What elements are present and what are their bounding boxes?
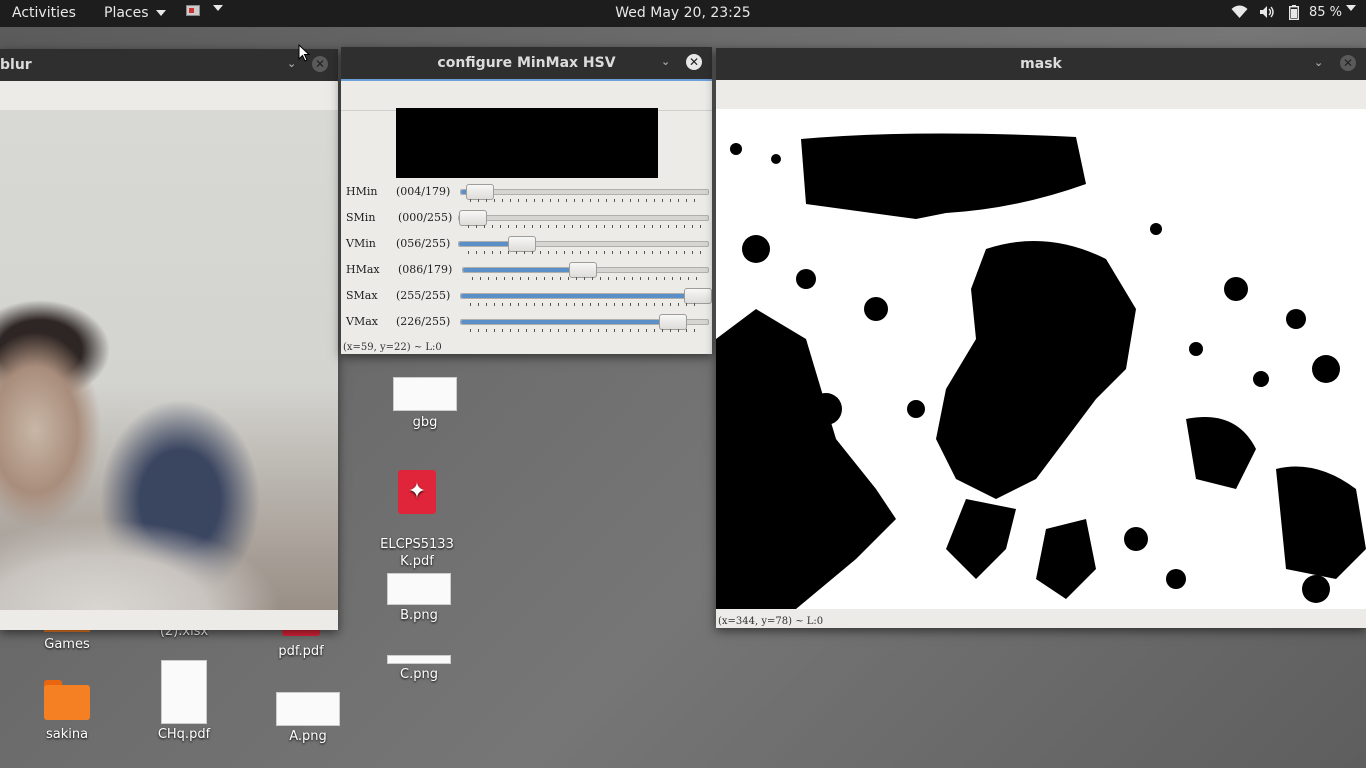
- slider-row-smin: SMin (000/255): [341, 206, 711, 232]
- slider-fill: [461, 294, 697, 298]
- desktop-icon-label: pdf.pdf: [278, 644, 324, 659]
- desktop-icon-b-png[interactable]: B.png: [382, 573, 456, 624]
- window-title: configure MinMax HSV: [437, 55, 616, 71]
- desktop-icon-label: C.png: [400, 667, 438, 682]
- slider-label: VMin: [346, 237, 376, 250]
- slider-handle[interactable]: [459, 210, 487, 226]
- slider-value: (000/255): [398, 211, 453, 224]
- desktop-icon-c-png[interactable]: C.png: [382, 655, 456, 683]
- slider-track[interactable]: [460, 288, 712, 304]
- desktop-icon-label: ELCPS5133 K.pdf: [380, 537, 454, 569]
- desktop-icon-label: gbg: [412, 415, 438, 430]
- chevron-down-icon[interactable]: ⌄: [287, 57, 296, 70]
- chevron-down-icon[interactable]: ⌄: [661, 55, 670, 68]
- mouse-pointer-icon: [298, 44, 311, 62]
- slider-label: SMin: [346, 211, 376, 224]
- slider-ticks: [470, 329, 701, 332]
- slider-track[interactable]: [458, 210, 709, 226]
- desktop-icon-label: Games: [44, 637, 90, 652]
- slider-ticks: [468, 225, 701, 228]
- pdf-icon: ✦: [398, 470, 436, 514]
- slider-value: (004/179): [396, 185, 451, 198]
- battery-percent: 85 %: [1309, 5, 1343, 20]
- slider-row-hmax: HMax (086/179): [341, 258, 711, 284]
- desktop-icon-label: A.png: [289, 729, 327, 744]
- status-line: (x=59, y=22) ~ L:0: [343, 342, 442, 353]
- slider-label: VMax: [346, 315, 378, 328]
- preview-image: [396, 108, 658, 178]
- document-thumbnail-icon: [161, 660, 207, 724]
- window-toolbar: [716, 80, 1366, 110]
- window-toolbar: [341, 79, 712, 111]
- mask-image: [716, 109, 1366, 609]
- slider-fill: [461, 320, 672, 324]
- window-titlebar[interactable]: configure MinMax HSV ⌄ ✕: [341, 47, 712, 79]
- image-thumbnail-icon: [393, 377, 457, 411]
- desktop-icon-gbg[interactable]: gbg: [388, 377, 462, 431]
- slider-row-smax: SMax (255/255): [341, 284, 712, 310]
- slider-label: SMax: [346, 289, 378, 302]
- slider-track[interactable]: [460, 184, 709, 200]
- desktop-icon-chq[interactable]: CHq.pdf: [146, 660, 222, 743]
- blurred-camera-image: [0, 110, 338, 610]
- desktop-icon-elcps-pdf[interactable]: ✦ ELCPS5133 K.pdf: [376, 453, 458, 587]
- slider-track[interactable]: [460, 314, 709, 330]
- slider-ticks: [470, 303, 701, 306]
- slider-value: (086/179): [398, 263, 453, 276]
- window-toolbar: [0, 81, 338, 111]
- slider-row-hmin: HMin (004/179): [341, 180, 711, 206]
- desktop-icon-label: B.png: [400, 608, 438, 623]
- volume-icon[interactable]: [1259, 5, 1275, 23]
- slider-ticks: [470, 199, 701, 202]
- slider-ticks: [472, 277, 701, 280]
- window-title: mask: [1020, 56, 1062, 72]
- chevron-down-icon[interactable]: ⌄: [1314, 56, 1323, 69]
- configure-hsv-window: configure MinMax HSV ⌄ ✕ HMin (004/179) SM…: [341, 47, 712, 354]
- slider-handle[interactable]: [508, 236, 537, 252]
- close-icon[interactable]: ✕: [686, 54, 702, 70]
- battery-icon[interactable]: [1288, 5, 1300, 24]
- slider-handle[interactable]: [658, 314, 687, 330]
- system-menu-caret-icon[interactable]: [1346, 5, 1356, 11]
- close-icon[interactable]: ✕: [1340, 55, 1356, 71]
- window-title: blur: [0, 57, 32, 73]
- slider-value: (226/255): [396, 315, 451, 328]
- slider-value: (255/255): [396, 289, 451, 302]
- desktop-icon-sakina[interactable]: sakina: [28, 680, 106, 743]
- desktop-icon-a-png[interactable]: A.png: [272, 692, 344, 745]
- slider-row-vmin: VMin (056/255): [341, 232, 711, 258]
- image-thumbnail-icon: [387, 655, 451, 664]
- wifi-icon[interactable]: [1231, 5, 1248, 23]
- slider-handle[interactable]: [465, 184, 494, 200]
- clock[interactable]: Wed May 20, 23:25: [0, 5, 1366, 21]
- slider-handle[interactable]: [684, 288, 712, 304]
- slider-label: HMax: [346, 263, 380, 276]
- blur-window: blur ⌄ ✕: [0, 49, 338, 630]
- slider-fill: [463, 268, 583, 272]
- slider-ticks: [468, 251, 701, 254]
- status-line: (x=344, y=78) ~ L:0: [718, 616, 824, 627]
- image-thumbnail-icon: [276, 692, 340, 726]
- mask-window: mask ⌄ ✕ (x=344, y=78) ~ L:0: [716, 48, 1366, 628]
- window-titlebar[interactable]: blur ⌄ ✕: [0, 49, 338, 81]
- window-titlebar[interactable]: mask ⌄ ✕: [716, 48, 1366, 80]
- desktop-icon-label: sakina: [45, 727, 89, 742]
- desktop-icon-label: CHq.pdf: [157, 727, 211, 742]
- slider-handle[interactable]: [569, 262, 598, 278]
- folder-icon: [44, 680, 90, 720]
- slider-track[interactable]: [462, 262, 709, 278]
- slider-label: HMin: [346, 185, 378, 198]
- slider-track[interactable]: [458, 236, 709, 252]
- close-icon[interactable]: ✕: [312, 56, 328, 72]
- image-thumbnail-icon: [387, 573, 451, 605]
- slider-row-vmax: VMax (226/255): [341, 310, 711, 336]
- top-bar: Activities Places Wed May 20, 23:25 85 %: [0, 0, 1366, 27]
- slider-value: (056/255): [396, 237, 451, 250]
